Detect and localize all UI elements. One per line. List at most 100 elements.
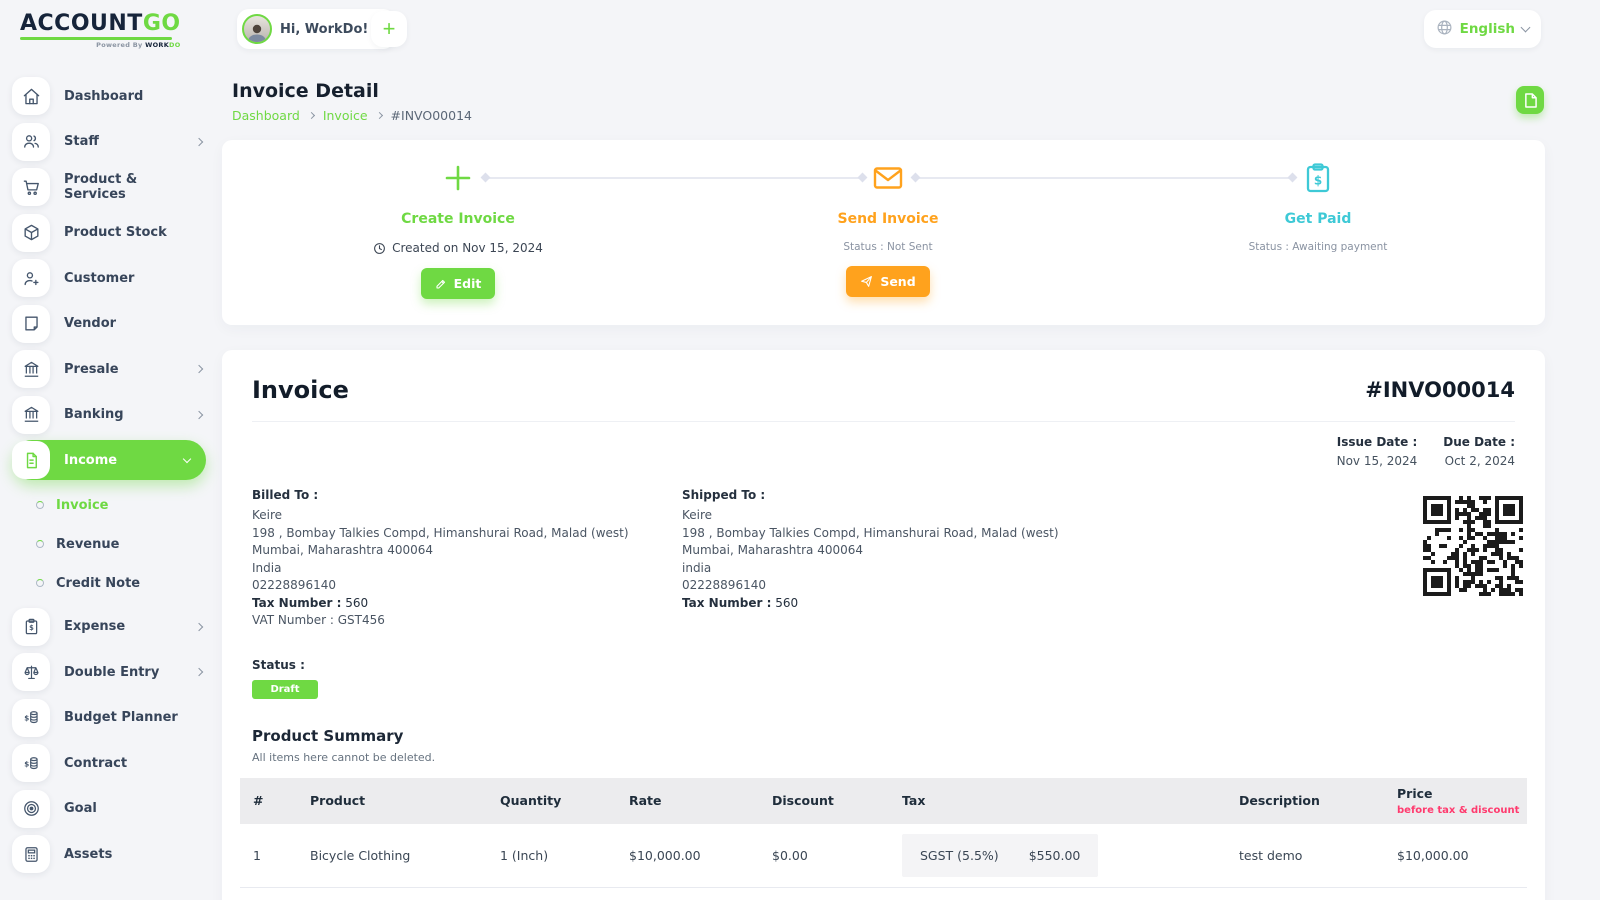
- sidebar-subitem-revenue[interactable]: Revenue: [12, 525, 220, 564]
- total-tax: $550.00: [902, 887, 1239, 900]
- paper-plane-icon: [861, 276, 873, 287]
- status-badge: Draft: [252, 679, 318, 699]
- bullet-icon: [36, 579, 44, 587]
- step-create-invoice: Create Invoice Created on Nov 15, 2024 E…: [298, 156, 618, 299]
- svg-text:$: $: [24, 713, 29, 722]
- breadcrumb-dashboard[interactable]: Dashboard: [232, 108, 300, 123]
- col-quantity: Quantity: [500, 777, 629, 824]
- sidebar-item-expense[interactable]: $ Expense: [12, 607, 220, 647]
- logo-text: ACCOUNTGO: [20, 11, 181, 36]
- cell-rate: $10,000.00: [629, 847, 701, 863]
- total-quantity: 1: [500, 887, 629, 900]
- sidebar-item-presale[interactable]: Presale: [12, 349, 220, 389]
- sidebar-item-income[interactable]: Income: [12, 440, 206, 480]
- envelope-icon: [728, 156, 1048, 200]
- sidebar-item-goal[interactable]: Goal: [12, 789, 220, 829]
- calculator-icon: [12, 835, 50, 873]
- sidebar-item-product-stock[interactable]: Product Stock: [12, 213, 220, 253]
- col-product: Product: [310, 777, 500, 824]
- invoice-workflow-card: Create Invoice Created on Nov 15, 2024 E…: [222, 140, 1545, 325]
- chevron-right-icon: [307, 111, 315, 120]
- pencil-icon: [436, 279, 445, 289]
- col-rate: Rate: [629, 777, 772, 824]
- clock-icon: [374, 242, 386, 254]
- send-invoice-button[interactable]: Send: [846, 266, 930, 297]
- chevron-right-icon: [194, 364, 204, 374]
- col-num: #: [240, 777, 310, 824]
- chevron-right-icon: [375, 111, 383, 120]
- edit-invoice-button[interactable]: Edit: [420, 268, 496, 299]
- clipboard-dollar-icon: $: [12, 607, 50, 646]
- step-title: Create Invoice: [401, 211, 515, 227]
- cell-description: test demo: [1239, 847, 1303, 863]
- svg-text:$: $: [29, 624, 34, 632]
- greeting-text: Hi, WorkDo!: [280, 21, 369, 37]
- chevron-down-icon: [182, 454, 192, 463]
- invoice-detail-card: Invoice #INVO00014 Issue Date : Nov 15, …: [222, 350, 1545, 900]
- avatar: [242, 14, 272, 44]
- issue-date-value: Nov 15, 2024: [1336, 454, 1418, 468]
- coins-dollar-icon: $: [12, 744, 50, 782]
- due-date-block: Due Date : Oct 2, 2024: [1443, 435, 1515, 468]
- app-root: ACCOUNTGO Powered By WORKDO Hi, WorkDo! …: [0, 0, 1600, 900]
- invoice-addresses: Billed To : Keire 198 , Bombay Talkies C…: [252, 488, 1523, 630]
- document-icon: [12, 441, 50, 479]
- step-title: Send Invoice: [837, 211, 939, 227]
- qr-code: [1423, 496, 1523, 596]
- breadcrumb-invoice[interactable]: Invoice: [323, 108, 368, 123]
- sidebar-item-staff[interactable]: Staff: [12, 122, 220, 162]
- product-summary-table: # Product Quantity Rate Discount Tax Des…: [240, 777, 1527, 900]
- total-discount: $0.00: [772, 887, 902, 900]
- product-summary-note: All items here cannot be deleted.: [252, 750, 436, 764]
- breadcrumb-current: #INVO00014: [390, 108, 472, 123]
- invoice-number: #INVO00014: [1365, 378, 1515, 402]
- sidebar-item-dashboard[interactable]: Dashboard: [12, 76, 220, 116]
- chevron-right-icon: [194, 410, 204, 419]
- price-note: before tax & discount: [1397, 804, 1520, 816]
- language-selector[interactable]: English: [1423, 10, 1541, 48]
- sidebar-item-budget-planner[interactable]: $ Budget Planner: [12, 698, 220, 738]
- chevron-right-icon: [194, 667, 204, 677]
- chevron-right-icon: [194, 137, 204, 146]
- billed-to-block: Billed To : Keire 198 , Bombay Talkies C…: [252, 488, 629, 627]
- sidebar-item-assets[interactable]: Assets: [12, 834, 220, 874]
- col-discount: Discount: [772, 777, 902, 824]
- step-send-invoice: Send Invoice Status : Not Sent Send: [728, 156, 1048, 297]
- cell-quantity: 1 (Inch): [500, 847, 549, 863]
- col-price: Price before tax & discount: [1397, 777, 1527, 824]
- table-total-row: Total 1 $10,000.00 $0.00 $550.00: [240, 887, 1527, 900]
- breadcrumb: Dashboard Invoice #INVO00014: [232, 108, 472, 123]
- sidebar-item-double-entry[interactable]: Double Entry: [12, 652, 220, 692]
- step-status: Status : Awaiting payment: [1248, 241, 1388, 253]
- coins-dollar-icon: $: [12, 698, 50, 737]
- cell-price: $10,000.00: [1397, 847, 1469, 863]
- total-rate: $10,000.00: [629, 887, 772, 900]
- table-row: 1 Bicycle Clothing 1 (Inch) $10,000.00 $…: [240, 824, 1527, 888]
- col-description: Description: [1239, 777, 1397, 824]
- paid-clipboard-icon: $: [1158, 156, 1478, 200]
- sidebar-item-contract[interactable]: $ Contract: [12, 743, 220, 783]
- user-plus-icon: [12, 259, 50, 297]
- sidebar-item-banking[interactable]: Banking: [12, 395, 220, 435]
- bullet-icon: [36, 501, 44, 509]
- sidebar-item-customer[interactable]: Customer: [12, 258, 220, 298]
- duplicate-invoice-button[interactable]: [1516, 86, 1544, 114]
- sidebar-item-product-services[interactable]: Product & Services: [12, 167, 220, 207]
- globe-icon: [1436, 19, 1453, 40]
- bank-icon: [12, 350, 50, 388]
- step-status: Status : Not Sent: [843, 241, 933, 253]
- home-icon: [12, 77, 50, 115]
- sidebar-subitem-invoice[interactable]: Invoice: [12, 486, 220, 525]
- accountgo-logo[interactable]: ACCOUNTGO Powered By WORKDO: [20, 11, 181, 49]
- product-summary-title: Product Summary: [252, 726, 404, 745]
- divider: [252, 421, 1515, 422]
- sidebar-item-vendor[interactable]: Vendor: [12, 304, 220, 344]
- due-date-value: Oct 2, 2024: [1444, 454, 1515, 468]
- invoice-heading: Invoice: [252, 376, 349, 404]
- shipped-to-block: Shipped To : Keire 198 , Bombay Talkies …: [682, 488, 1059, 610]
- step-get-paid: $ Get Paid Status : Awaiting payment: [1158, 156, 1478, 253]
- page-header: Invoice Detail Dashboard Invoice #INVO00…: [232, 80, 472, 123]
- quick-add-button[interactable]: +: [371, 11, 407, 47]
- box-icon: [12, 213, 50, 252]
- sidebar-subitem-credit-note[interactable]: Credit Note: [12, 564, 220, 603]
